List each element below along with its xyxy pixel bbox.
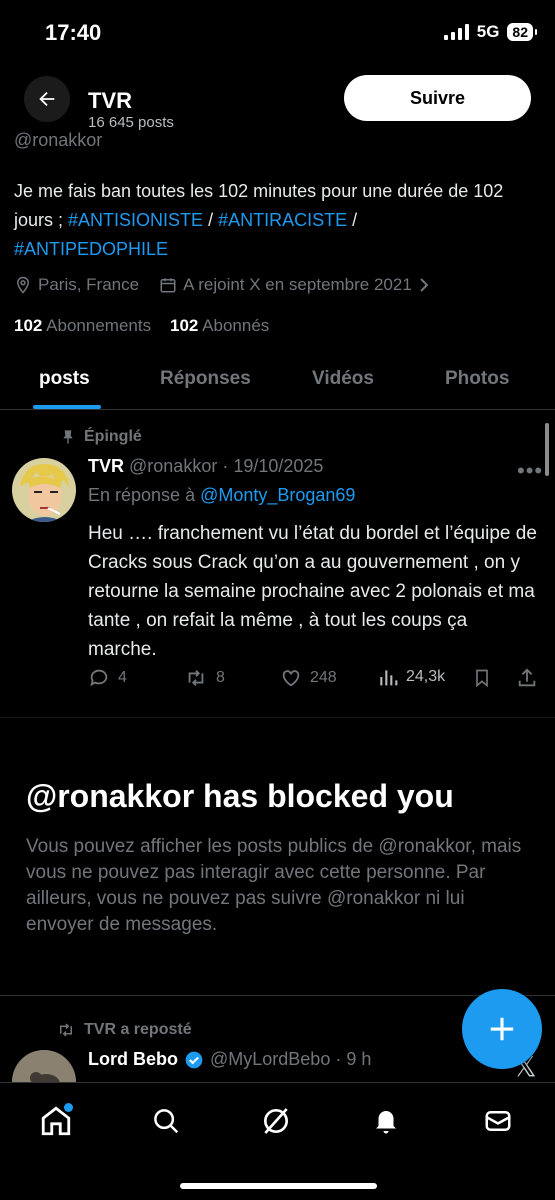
tab-photos[interactable]: Photos	[445, 368, 509, 390]
search-icon	[154, 1109, 179, 1134]
hashtag-link[interactable]: #ANTIRACISTE	[218, 210, 347, 230]
heart-icon	[282, 670, 300, 687]
reply-prefix: En réponse à	[88, 485, 201, 505]
back-button[interactable]	[24, 76, 70, 122]
header-post-count: 16 645 posts	[88, 114, 174, 131]
profile-tabs: posts Réponses Vidéos Photos	[0, 360, 555, 410]
repost-count: 8	[216, 669, 225, 686]
tab-posts[interactable]: posts	[39, 368, 90, 390]
followers-count: 102	[169, 316, 199, 335]
followers-label: Abonnés	[202, 316, 270, 335]
profile-handle: @ronakkor	[14, 130, 103, 150]
views-button[interactable]: 24,3k	[378, 667, 445, 687]
divider	[0, 995, 555, 996]
post-handle-time: @MyLordBebo · 9 h	[210, 1049, 372, 1069]
compose-button[interactable]	[462, 989, 542, 1069]
joined-text: A rejoint X en septembre 2021	[183, 275, 412, 294]
share-button[interactable]	[516, 667, 538, 689]
post-author[interactable]: Lord Bebo	[88, 1049, 178, 1070]
grok-icon	[264, 1108, 288, 1134]
profile-bio: Je me fais ban toutes les 102 minutes po…	[14, 177, 534, 264]
calendar-icon	[160, 278, 176, 293]
avatar[interactable]	[12, 458, 76, 522]
following-label: Abonnements	[46, 316, 152, 335]
hashtag-link[interactable]: #ANTIPEDOPHILE	[14, 239, 168, 259]
views-count: 24,3k	[406, 668, 446, 685]
like-button[interactable]: 248	[280, 667, 337, 689]
tab-videos[interactable]: Vidéos	[312, 368, 374, 390]
repost-label: TVR a reposté	[84, 1021, 192, 1038]
location-text: Paris, France	[38, 275, 140, 294]
header-name: TVR	[88, 88, 132, 113]
post-author[interactable]: TVR	[88, 456, 124, 476]
share-icon	[518, 668, 536, 687]
nav-grok[interactable]	[256, 1101, 296, 1141]
repost-button[interactable]: 8	[184, 667, 225, 689]
pin-icon	[63, 430, 73, 444]
arrow-left-icon	[39, 91, 55, 107]
repost-icon	[188, 670, 204, 686]
nav-search[interactable]	[146, 1101, 186, 1141]
status-time: 17:40	[45, 20, 102, 45]
reply-mention-link[interactable]: @Monty_Brogan69	[200, 485, 355, 505]
blocked-title: @ronakkor has blocked you	[26, 778, 454, 814]
reply-count: 4	[118, 669, 127, 686]
home-indicator	[180, 1183, 377, 1189]
more-options-button[interactable]: •••	[517, 458, 543, 484]
reply-context: En réponse à @Monty_Brogan69	[88, 485, 355, 506]
status-icons: 5G 82	[443, 22, 537, 42]
verified-badge-icon	[185, 1051, 203, 1068]
like-count: 248	[310, 669, 337, 686]
following-count: 102	[14, 316, 43, 335]
mail-icon	[485, 1111, 511, 1131]
plus-icon	[490, 1017, 514, 1041]
nav-home[interactable]	[36, 1101, 76, 1141]
blocked-description: Vous pouvez afficher les posts publics d…	[26, 836, 522, 935]
followers-link[interactable]: 102 Abonnés	[170, 316, 269, 335]
bookmark-icon	[476, 669, 488, 688]
divider	[0, 717, 555, 718]
repost-context: TVR a reposté	[56, 1021, 192, 1039]
notification-dot	[64, 1103, 73, 1112]
repost-icon	[60, 1023, 72, 1037]
profile-meta: Paris, France A rejoint X en septembre 2…	[14, 275, 450, 295]
post-text: Heu …. franchement vu l’état du bordel e…	[88, 523, 537, 660]
bar-chart-icon	[380, 670, 398, 686]
scrollbar[interactable]	[545, 423, 549, 476]
post-handle-date: @ronakkor · 19/10/2025	[129, 456, 324, 476]
bio-separator: /	[203, 210, 219, 230]
joined-date[interactable]: A rejoint X en septembre 2021	[159, 275, 430, 295]
tab-active-indicator	[33, 405, 101, 409]
comment-icon	[90, 669, 108, 687]
bell-icon	[376, 1111, 396, 1134]
following-link[interactable]: 102 Abonnements	[14, 316, 151, 335]
chevron-right-icon	[420, 278, 429, 292]
post-header: Lord Bebo @MyLordBebo · 9 h	[88, 1049, 371, 1070]
nav-messages[interactable]	[478, 1101, 518, 1141]
follow-button[interactable]: Suivre	[344, 75, 531, 121]
bookmark-button[interactable]	[472, 667, 492, 689]
pinned-label: Épinglé	[60, 428, 142, 446]
nav-notifications[interactable]	[366, 1101, 406, 1141]
avatar-image	[12, 458, 76, 522]
follow-stats: 102 Abonnements 102 Abonnés	[14, 316, 269, 336]
tab-replies[interactable]: Réponses	[160, 368, 251, 390]
reply-button[interactable]: 4	[88, 667, 127, 689]
location: Paris, France	[14, 275, 139, 295]
signal-icon	[443, 24, 469, 40]
bio-separator: /	[347, 210, 358, 230]
network-label: 5G	[476, 22, 500, 41]
post-header: TVR @ronakkor · 19/10/2025	[88, 456, 323, 477]
battery-icon: 82	[507, 23, 537, 41]
location-pin-icon	[16, 276, 30, 294]
pinned-text: Épinglé	[84, 428, 142, 445]
post-actions: 4 8 248 24,3k	[88, 667, 543, 691]
hashtag-link[interactable]: #ANTISIONISTE	[68, 210, 203, 230]
